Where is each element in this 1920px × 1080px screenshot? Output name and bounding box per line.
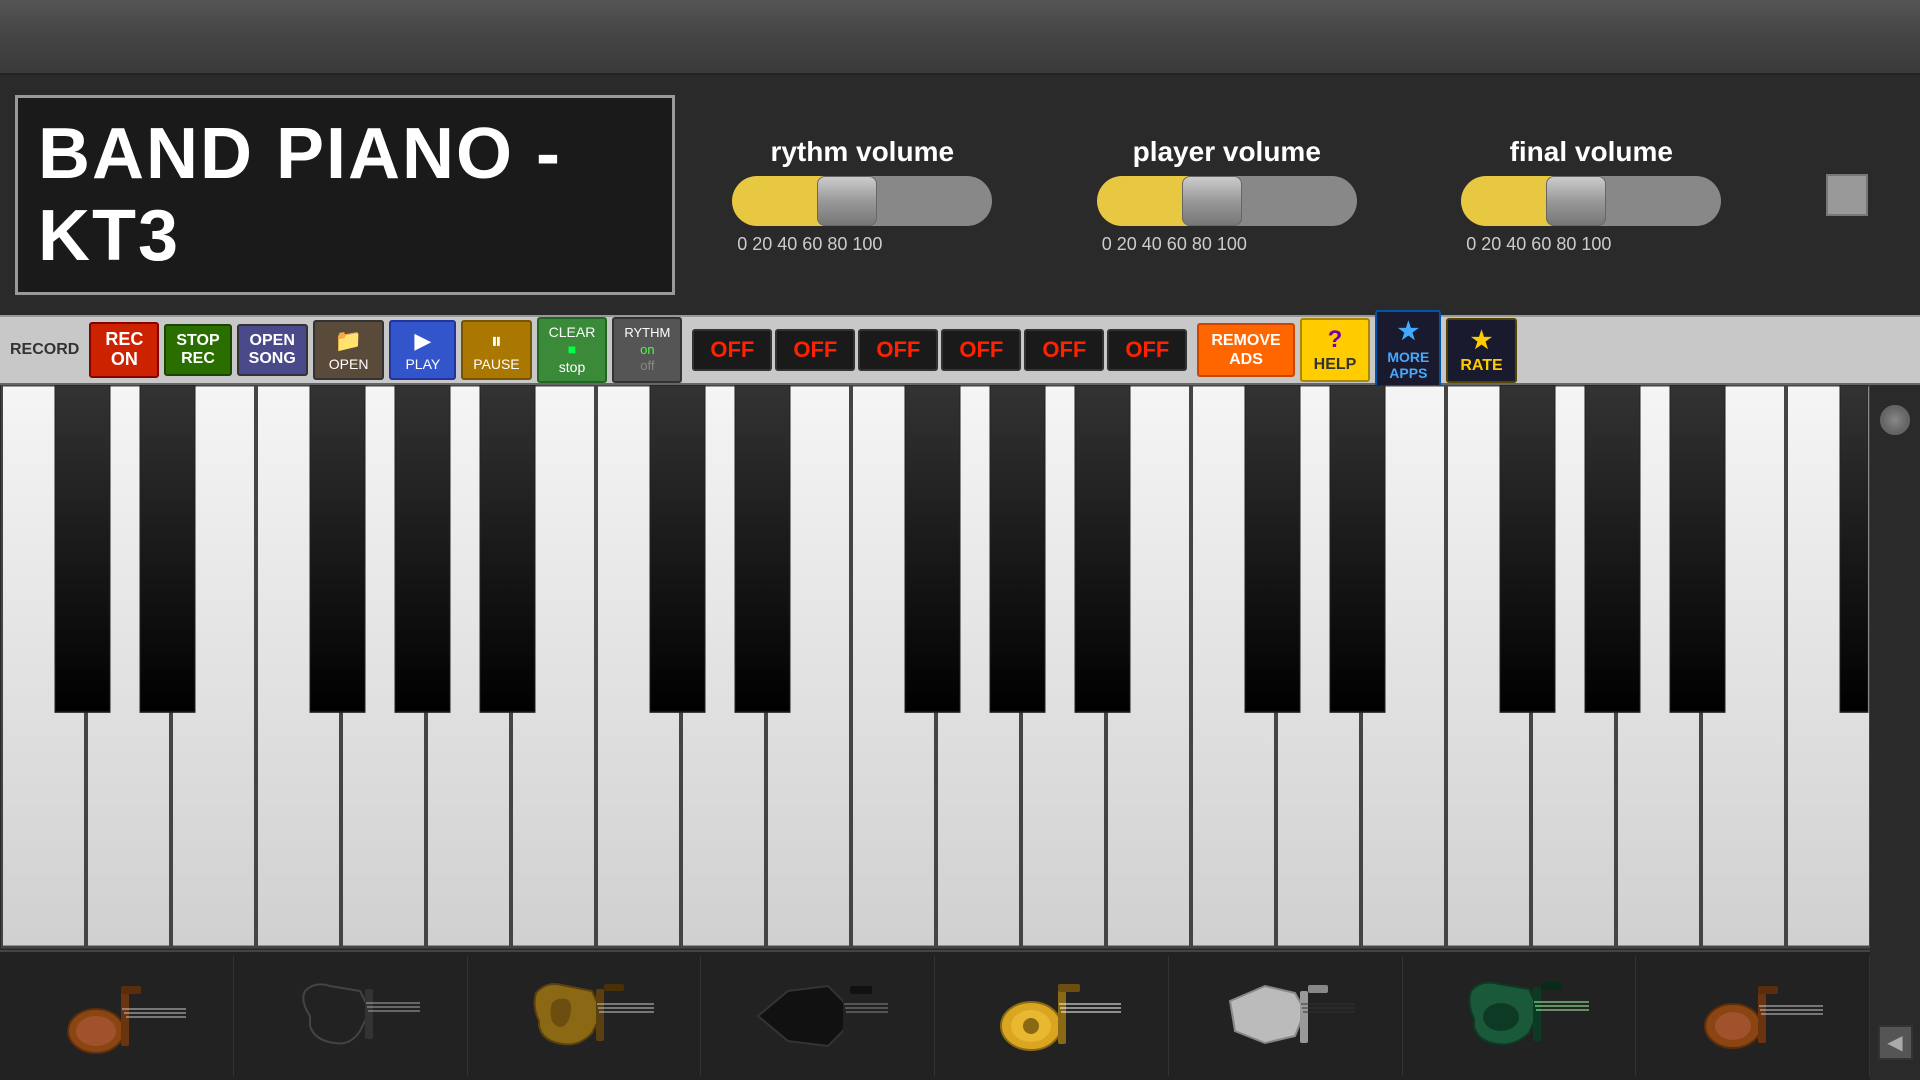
left-arrow-button[interactable]: ◀ [1878,1025,1913,1060]
guitar-svg-2 [280,971,420,1061]
scroll-circle[interactable] [1880,405,1910,435]
off-button-4[interactable]: OFF [941,329,1021,371]
guitar-svg-3 [514,971,654,1061]
guitar-item-1[interactable] [0,956,234,1076]
main-content: BAND PIANO - KT3 rythm volume 0 20 40 60… [0,75,1920,1080]
rythm-volume-control: rythm volume 0 20 40 60 80 100 [732,136,992,255]
more-apps-label: MOREAPPS [1387,349,1429,383]
help-button[interactable]: ? HELP [1300,318,1371,382]
off-button-3[interactable]: OFF [858,329,938,371]
rec-on-label: RECON [105,329,143,369]
guitar-item-5[interactable] [935,956,1169,1076]
star-nav-icon: ★ [1398,318,1420,347]
guitar-row [0,950,1870,1080]
open-button[interactable]: 📁 OPEN [313,320,385,380]
guitar-item-2[interactable] [234,956,468,1076]
piano-guitar-area: ◀ [0,385,1920,1080]
open-song-label: OPENSONG [249,332,296,367]
record-label: RECORD [10,341,79,359]
off-button-2[interactable]: OFF [775,329,855,371]
app-title: BAND PIANO - KT3 [38,113,652,277]
settings-button[interactable] [1826,174,1868,216]
rate-label: RATE [1460,357,1502,375]
guitar-svg-6 [1215,971,1355,1061]
player-volume-slider[interactable] [1097,176,1357,226]
guitar-item-6[interactable] [1169,956,1403,1076]
stop-label: ■ [568,342,576,357]
rythm-on: on [640,342,654,357]
guitar-item-4[interactable] [701,956,935,1076]
rec-on-button[interactable]: RECON [89,322,159,378]
player-volume-label: player volume [1133,136,1321,168]
final-slider-thumb[interactable] [1546,176,1606,226]
guitar-item-8[interactable] [1636,956,1870,1076]
top-bar [0,0,1920,75]
guitar-item-3[interactable] [468,956,702,1076]
guitar-svg-1 [46,971,186,1061]
rythm-label: RYTHM [624,325,670,340]
rythm-slider-thumb[interactable] [817,176,877,226]
rythm-volume-label: rythm volume [770,136,954,168]
play-icon: ▶ [414,328,431,354]
final-volume-control: final volume 0 20 40 60 80 100 [1461,136,1721,255]
remove-ads-button[interactable]: REMOVEADS [1197,323,1294,377]
player-volume-ticks: 0 20 40 60 80 100 [1097,234,1357,255]
off-button-1[interactable]: OFF [692,329,772,371]
off-buttons-group: OFF OFF OFF OFF OFF OFF [692,329,1187,371]
clear-stop-button[interactable]: CLEAR ■ stop [537,317,608,383]
final-volume-label: final volume [1510,136,1673,168]
title-box: BAND PIANO - KT3 [15,95,675,295]
rate-button[interactable]: ★ RATE [1446,318,1516,383]
volume-section: rythm volume 0 20 40 60 80 100 player vo… [695,136,1905,255]
play-label: PLAY [405,356,440,372]
final-volume-slider[interactable] [1461,176,1721,226]
clear-label: CLEAR [549,325,596,340]
guitar-svg-5 [981,971,1121,1061]
header-row: BAND PIANO - KT3 rythm volume 0 20 40 60… [0,75,1920,315]
pause-button[interactable]: ⏸ PAUSE [461,320,531,380]
final-volume-ticks: 0 20 40 60 80 100 [1461,234,1721,255]
toolbar-row: RECORD RECON STOPREC OPENSONG 📁 OPEN ▶ P… [0,315,1920,385]
play-button[interactable]: ▶ PLAY [389,320,456,380]
help-icon: ? [1321,326,1349,354]
folder-icon: 📁 [335,328,362,354]
right-sidebar: ◀ [1870,385,1920,1080]
rate-star-icon: ★ [1471,326,1493,355]
remove-ads-label: REMOVEADS [1211,332,1280,368]
rythm-volume-slider[interactable] [732,176,992,226]
rythm-off: off [640,358,654,373]
more-apps-button[interactable]: ★ MOREAPPS [1375,310,1441,390]
guitar-svg-8 [1683,971,1823,1061]
stop-text: stop [559,360,585,375]
off-button-5[interactable]: OFF [1024,329,1104,371]
open-song-button[interactable]: OPENSONG [237,324,308,375]
pause-icon: ⏸ [491,328,502,354]
rythm-button[interactable]: RYTHM on off [612,317,682,384]
open-label: OPEN [329,356,369,372]
guitar-svg-7 [1449,971,1589,1061]
stop-rec-button[interactable]: STOPREC [164,324,231,375]
stop-rec-label: STOPREC [176,332,219,367]
player-slider-thumb[interactable] [1182,176,1242,226]
rythm-volume-ticks: 0 20 40 60 80 100 [732,234,992,255]
pause-label: PAUSE [473,356,519,372]
player-volume-control: player volume 0 20 40 60 80 100 [1097,136,1357,255]
piano-keyboard-wrapper[interactable] [0,385,1870,950]
guitar-item-7[interactable] [1403,956,1637,1076]
off-button-6[interactable]: OFF [1107,329,1187,371]
help-label: HELP [1314,356,1357,374]
guitar-svg-4 [748,971,888,1061]
piano-keyboard-svg [0,385,1870,950]
